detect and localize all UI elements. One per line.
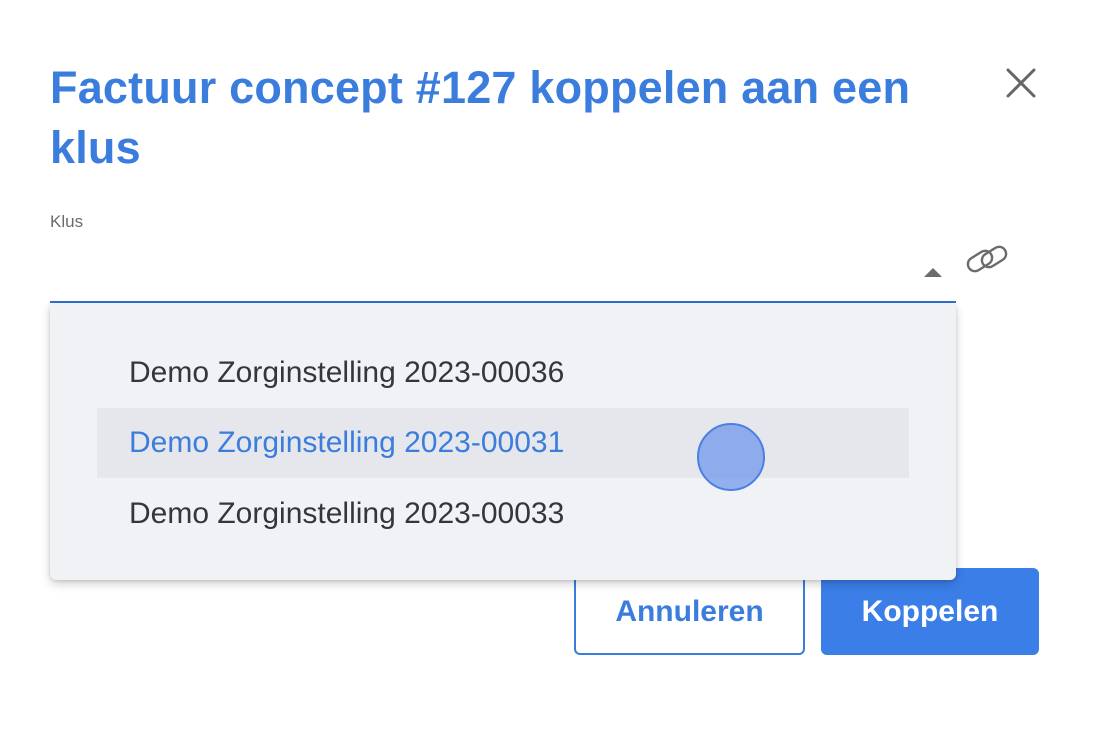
link-button[interactable]: [962, 240, 1014, 280]
close-icon: [1006, 68, 1036, 98]
touch-cursor-indicator: [697, 423, 765, 491]
dropdown-option-active[interactable]: Demo Zorginstelling 2023-00031: [97, 408, 909, 478]
dialog-title: Factuur concept #127 koppelen aan een kl…: [50, 62, 911, 173]
koppelen-button[interactable]: Koppelen: [821, 568, 1039, 655]
klus-dropdown-menu: Demo Zorginstelling 2023-00036 Demo Zorg…: [50, 304, 956, 580]
klus-field-label: Klus: [50, 212, 84, 231]
option-label: Demo Zorginstelling 2023-00033: [129, 497, 565, 530]
option-label: Demo Zorginstelling 2023-00036: [129, 356, 565, 389]
close-button[interactable]: [1000, 62, 1042, 104]
link-invoice-dialog: Factuur concept #127 koppelen aan een kl…: [0, 0, 1120, 730]
dropdown-option[interactable]: Demo Zorginstelling 2023-00036: [97, 338, 909, 408]
klus-select[interactable]: [50, 240, 956, 303]
dropdown-option[interactable]: Demo Zorginstelling 2023-00033: [97, 479, 909, 549]
cancel-button[interactable]: Annuleren: [574, 568, 805, 655]
link-icon: [966, 245, 1008, 273]
caret-up-icon: [924, 268, 942, 277]
option-label: Demo Zorginstelling 2023-00031: [129, 426, 565, 459]
